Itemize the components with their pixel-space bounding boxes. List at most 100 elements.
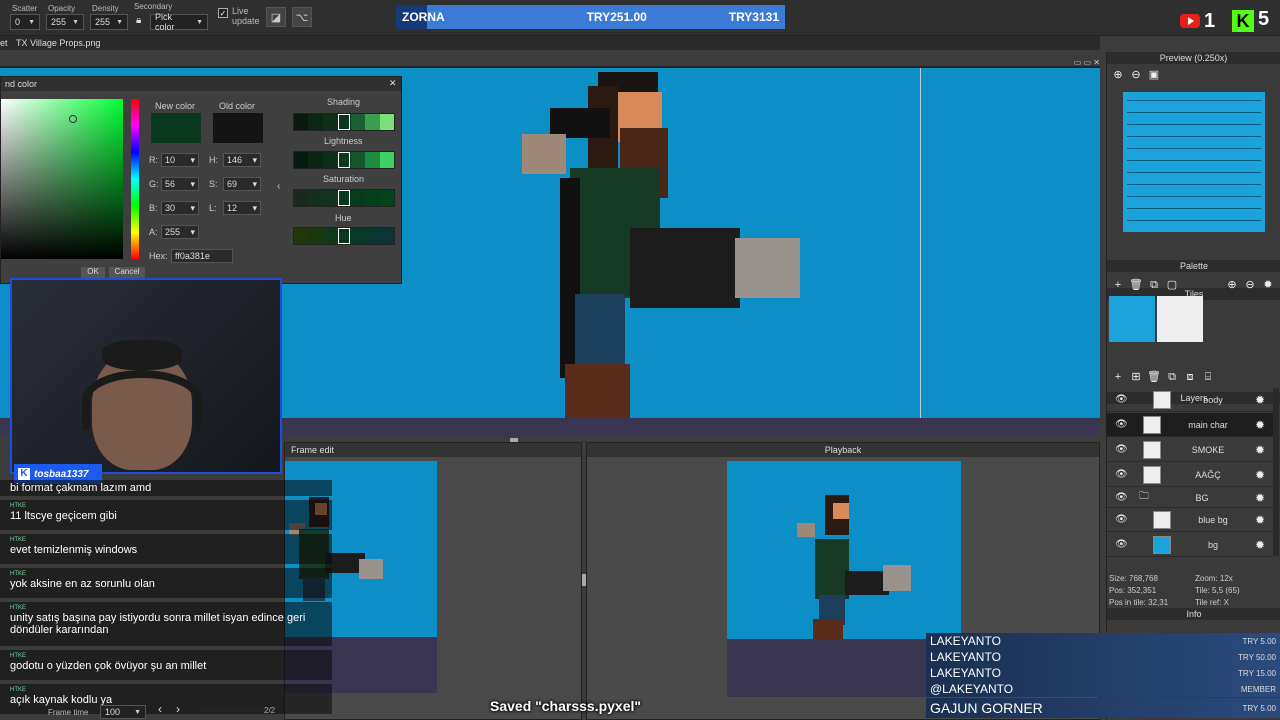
symmetry-button[interactable]: ⌥: [292, 7, 312, 27]
preview-thumbnail[interactable]: [1123, 92, 1265, 232]
l-input[interactable]: 12 ▾: [223, 201, 261, 215]
hex-label: Hex:: [149, 251, 168, 261]
donor-name: LAKEYANTO: [930, 650, 1001, 664]
add-group-icon[interactable]: ⊞: [1129, 370, 1143, 384]
b-label: B:: [149, 203, 158, 213]
layer-blue-bg[interactable]: 👁︎ blue bg ✹: [1107, 508, 1273, 532]
shading-swatches[interactable]: [293, 113, 395, 131]
live-update-checkbox[interactable]: ✓: [218, 8, 228, 18]
copy-tile-icon[interactable]: ⧉: [1147, 278, 1161, 292]
g-input[interactable]: 56 ▾: [161, 177, 199, 191]
tile-frame-icon[interactable]: ▢: [1165, 278, 1179, 292]
chat-badge: HTKE: [10, 537, 27, 543]
new-color-swatch: [151, 113, 201, 143]
add-layer-icon[interactable]: +: [1111, 370, 1125, 384]
zoom-in-icon[interactable]: ⊕: [1111, 68, 1125, 82]
layer-group-bg[interactable]: 👁︎ 🗀 BG ✹: [1107, 488, 1273, 508]
eye-icon[interactable]: 👁︎: [1115, 444, 1129, 455]
saturation-value-field[interactable]: [1, 99, 123, 259]
b-input[interactable]: 30 ▾: [161, 201, 199, 215]
lightness-swatches[interactable]: [293, 151, 395, 169]
eye-icon[interactable]: 👁︎: [1115, 492, 1129, 503]
hex-input[interactable]: ff0a381e: [171, 249, 233, 263]
mirror-button[interactable]: ◪: [266, 7, 286, 27]
eye-icon[interactable]: 👁︎: [1115, 514, 1129, 525]
chevron-left-icon[interactable]: ‹: [158, 702, 162, 716]
chat-text: unity satış başına pay istiyordu sonra m…: [10, 612, 306, 636]
frame-time-value: 100: [105, 707, 121, 717]
gear-icon[interactable]: ✹: [1255, 491, 1269, 505]
chevron-left-icon[interactable]: ‹: [277, 181, 280, 192]
tile-1[interactable]: [1109, 296, 1155, 342]
delete-layer-icon[interactable]: 🗑︎: [1147, 370, 1161, 384]
merge-layer-icon[interactable]: ⧈: [1183, 370, 1197, 384]
density-select[interactable]: 255 ▼: [90, 14, 128, 30]
add-tile-icon[interactable]: +: [1111, 278, 1125, 292]
zoom-out-icon[interactable]: ⊖: [1243, 278, 1257, 292]
scatter-select[interactable]: 0 ▼: [10, 14, 40, 30]
tab-village-props[interactable]: TX Village Props.png: [16, 38, 100, 48]
donor-row: LAKEYANTO TRY 50.00: [926, 649, 1280, 665]
layer-body[interactable]: 👁︎ body ✹: [1107, 388, 1273, 412]
fit-icon[interactable]: ▣: [1147, 68, 1161, 82]
h-value: 146: [227, 155, 243, 165]
saturation-label: Saturation: [323, 174, 365, 184]
scatter-label: Scatter: [12, 4, 38, 13]
color-cursor[interactable]: [69, 115, 77, 123]
duplicate-layer-icon[interactable]: ⧉: [1165, 370, 1179, 384]
gear-icon[interactable]: ✹: [1255, 393, 1269, 407]
layers-scrollbar[interactable]: [1273, 388, 1279, 556]
chevron-down-icon: ▾: [252, 178, 257, 189]
gear-icon[interactable]: ✹: [1255, 538, 1269, 552]
gear-icon[interactable]: ✹: [1255, 418, 1269, 432]
gear-icon[interactable]: ✹: [1255, 443, 1269, 457]
palette-header[interactable]: Palette: [1107, 260, 1280, 272]
color-picker-dialog: nd color ✕ New color Old color R: 10 ▾ G:…: [0, 76, 402, 284]
gear-icon[interactable]: ✹: [1261, 278, 1275, 292]
chevron-right-icon[interactable]: ›: [176, 702, 180, 716]
donor-amount: TRY 15.00: [1238, 668, 1276, 678]
delete-tile-icon[interactable]: 🗑︎: [1129, 278, 1143, 292]
layer-properties-icon[interactable]: ⌸: [1201, 370, 1215, 384]
layer-main-char[interactable]: 👁︎ main char ✹: [1107, 413, 1273, 437]
eye-icon[interactable]: 👁︎: [1115, 469, 1129, 480]
hue-swatches[interactable]: [293, 227, 395, 245]
g-label: G:: [149, 179, 159, 189]
layer-thumbnail: [1143, 465, 1161, 484]
layer-name: blue bg: [1198, 514, 1228, 525]
tile-2[interactable]: [1157, 296, 1203, 342]
info-title: Info: [1186, 609, 1202, 619]
preview-title: Preview (0.250x): [1159, 53, 1228, 63]
eye-icon[interactable]: 👁︎: [1115, 419, 1129, 430]
r-input[interactable]: 10 ▾: [161, 153, 199, 167]
hue-slider[interactable]: [131, 99, 139, 259]
layer-thumbnail: [1153, 510, 1171, 529]
chevron-down-icon: ▾: [190, 202, 195, 213]
eye-icon[interactable]: 👁︎: [1115, 539, 1129, 550]
gear-icon[interactable]: ✹: [1255, 468, 1269, 482]
donor-name: LAKEYANTO: [930, 634, 1001, 648]
live-update-label-2: update: [232, 16, 260, 26]
layer-smoke[interactable]: 👁︎ SMOKE ✹: [1107, 438, 1273, 462]
tab-et[interactable]: et: [0, 38, 8, 48]
layer-bg[interactable]: 👁︎ bg ✹: [1107, 533, 1273, 557]
old-color-swatch[interactable]: [213, 113, 263, 143]
zoom-out-icon[interactable]: ⊖: [1129, 68, 1143, 82]
a-input[interactable]: 255 ▾: [161, 225, 199, 239]
panel-splitter-handle[interactable]: [582, 574, 586, 586]
layer-tree[interactable]: 👁︎ AAĞÇ ✹: [1107, 463, 1273, 487]
secondary-select[interactable]: Pick color ▼: [150, 12, 208, 32]
playback-title: Playback: [824, 445, 862, 455]
close-icon[interactable]: ✕: [389, 78, 397, 89]
info-pos: Pos: 352,351: [1109, 586, 1157, 595]
zoom-in-icon[interactable]: ⊕: [1225, 278, 1239, 292]
opacity-select[interactable]: 255 ▼: [46, 14, 84, 30]
h-input[interactable]: 146 ▾: [223, 153, 261, 167]
saturation-swatches[interactable]: [293, 189, 395, 207]
gear-icon[interactable]: ✹: [1255, 513, 1269, 527]
s-input[interactable]: 69 ▾: [223, 177, 261, 191]
eye-icon[interactable]: 👁︎: [1115, 394, 1129, 405]
frame-time-input[interactable]: 100 ▼: [100, 705, 146, 719]
panel-splitter-handle-top[interactable]: [510, 438, 518, 442]
window-controls[interactable]: ▭ ▭ ✕: [1060, 58, 1100, 67]
